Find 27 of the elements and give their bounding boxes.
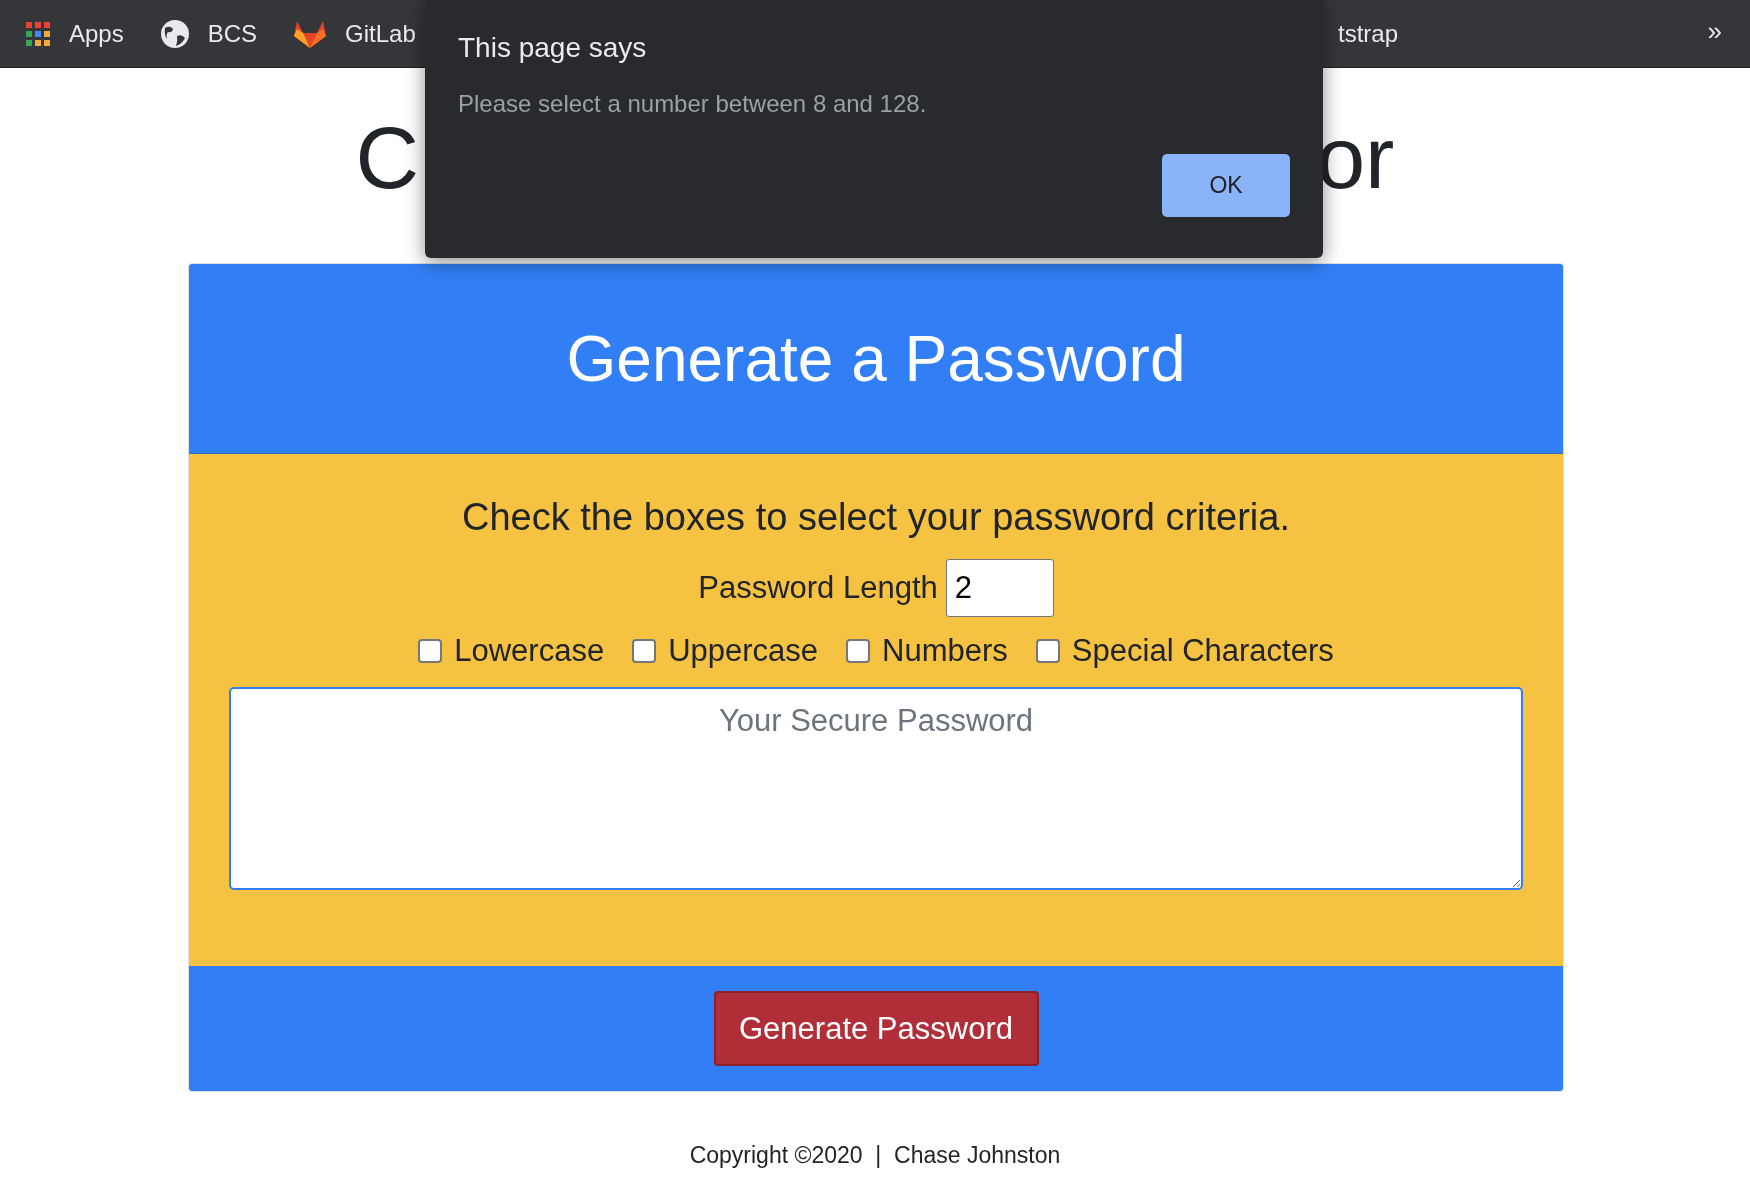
- checkbox[interactable]: [418, 639, 443, 663]
- dialog-message: Please select a number between 8 and 128.: [458, 90, 927, 118]
- bookmark-link[interactable]: BCS: [207, 19, 258, 48]
- card-title: Generate a Password: [566, 321, 1186, 396]
- more-bookmarks-button[interactable]: »: [1707, 16, 1722, 47]
- page-heading: C: [355, 107, 420, 209]
- footer-text: Copyright ©2020 | Chase Johnston: [688, 1142, 1062, 1169]
- checkbox[interactable]: [632, 639, 657, 663]
- apps-grid-icon: [25, 20, 51, 47]
- checkbox[interactable]: [1035, 639, 1060, 663]
- globe-icon: [159, 18, 190, 49]
- checkbox-label: Numbers: [882, 633, 1008, 669]
- page-heading: or: [1316, 107, 1395, 209]
- length-input[interactable]: 2: [945, 559, 1054, 617]
- bookmark-link[interactable]: tstrap: [1337, 19, 1398, 48]
- bookmark-link[interactable]: GitLab: [345, 19, 416, 48]
- bookmark-link[interactable]: Apps: [69, 19, 124, 48]
- length-label: Password Length: [698, 570, 938, 606]
- checkbox-label: Lowercase: [454, 633, 605, 669]
- checkbox-label: Special Characters: [1071, 633, 1334, 669]
- instructions-text: Check the boxes to select your password criteria.: [462, 496, 1290, 539]
- ok-button[interactable]: OK: [1162, 154, 1290, 217]
- generate-password-button[interactable]: Generate Password: [713, 991, 1039, 1066]
- dialog-title: This page says: [458, 32, 647, 64]
- checkbox-label: Uppercase: [668, 633, 819, 669]
- checkbox[interactable]: [846, 639, 871, 663]
- password-output-field[interactable]: Your Secure Password: [229, 687, 1523, 890]
